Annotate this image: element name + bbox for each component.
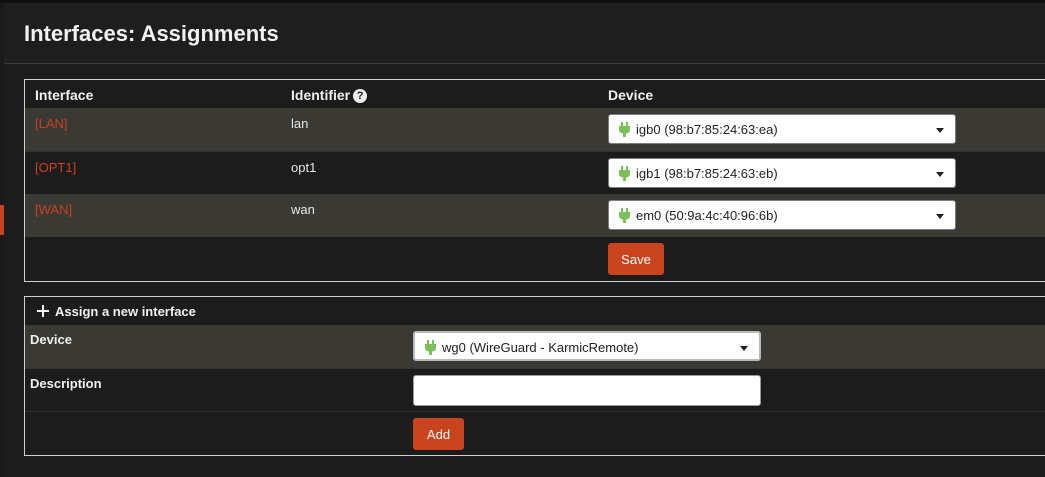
device-select-lan[interactable]: igb0 (98:b7:85:24:63:ea) bbox=[608, 114, 956, 144]
device-select-value: igb0 (98:b7:85:24:63:ea) bbox=[636, 122, 778, 137]
device-select-opt1[interactable]: igb1 (98:b7:85:24:63:eb) bbox=[608, 158, 956, 188]
sidebar-active-indicator bbox=[0, 205, 4, 235]
new-interface-panel: Assign a new interface Device wg0 (WireG… bbox=[24, 296, 1045, 456]
chevron-down-icon bbox=[936, 128, 944, 133]
identifier-value: wan bbox=[291, 202, 315, 217]
interface-link-wan[interactable]: [WAN] bbox=[35, 202, 72, 217]
device-select-wan[interactable]: em0 (50:9a:4c:40:96:6b) bbox=[608, 200, 956, 230]
interface-link-lan[interactable]: [LAN] bbox=[35, 116, 68, 131]
interface-link-opt1[interactable]: [OPT1] bbox=[35, 160, 76, 175]
table-row: [LAN] lan igb0 (98:b7:85:24:63:ea) bbox=[25, 108, 1045, 151]
device-select-value: em0 (50:9a:4c:40:96:6b) bbox=[636, 208, 778, 223]
save-button[interactable]: Save bbox=[608, 243, 664, 275]
column-header-device: Device bbox=[608, 87, 654, 103]
sidebar-edge bbox=[0, 3, 4, 477]
column-header-interface: Interface bbox=[35, 87, 94, 103]
new-device-select[interactable]: wg0 (WireGuard - KarmicRemote) bbox=[413, 331, 761, 361]
chevron-down-icon bbox=[936, 214, 944, 219]
table-row: [WAN] wan em0 (50:9a:4c:40:96:6b) bbox=[25, 194, 1045, 237]
form-row-description: Description bbox=[25, 368, 1045, 412]
column-header-identifier-label: Identifier bbox=[291, 87, 351, 103]
device-select-value: wg0 (WireGuard - KarmicRemote) bbox=[442, 340, 639, 355]
chevron-down-icon bbox=[936, 172, 944, 177]
column-header-identifier: Identifier? bbox=[291, 87, 368, 103]
plug-icon bbox=[425, 340, 436, 355]
form-row-actions: Add bbox=[25, 411, 1045, 455]
plug-icon bbox=[619, 208, 630, 223]
add-button[interactable]: Add bbox=[413, 418, 464, 450]
device-label: Device bbox=[30, 332, 72, 347]
description-label: Description bbox=[30, 376, 102, 391]
form-row-device: Device wg0 (WireGuard - KarmicRemote) bbox=[25, 325, 1045, 368]
description-input[interactable] bbox=[413, 375, 761, 406]
assignments-panel: Interface Identifier? Device [LAN] lan i… bbox=[24, 79, 1045, 282]
new-interface-heading[interactable]: Assign a new interface bbox=[37, 304, 196, 319]
page-header: Interfaces: Assignments bbox=[4, 3, 1045, 64]
identifier-value: opt1 bbox=[291, 160, 317, 175]
identifier-value: lan bbox=[291, 116, 309, 131]
help-icon[interactable]: ? bbox=[353, 89, 368, 103]
table-row: [OPT1] opt1 igb1 (98:b7:85:24:63:eb) bbox=[25, 151, 1045, 195]
plug-icon bbox=[619, 166, 630, 181]
device-select-value: igb1 (98:b7:85:24:63:eb) bbox=[636, 166, 778, 181]
chevron-down-icon bbox=[740, 346, 748, 351]
new-interface-heading-label: Assign a new interface bbox=[55, 304, 196, 319]
plus-icon bbox=[37, 305, 49, 317]
table-row-actions: Save bbox=[25, 237, 1045, 280]
plug-icon bbox=[619, 122, 630, 137]
page-title: Interfaces: Assignments bbox=[24, 21, 279, 46]
